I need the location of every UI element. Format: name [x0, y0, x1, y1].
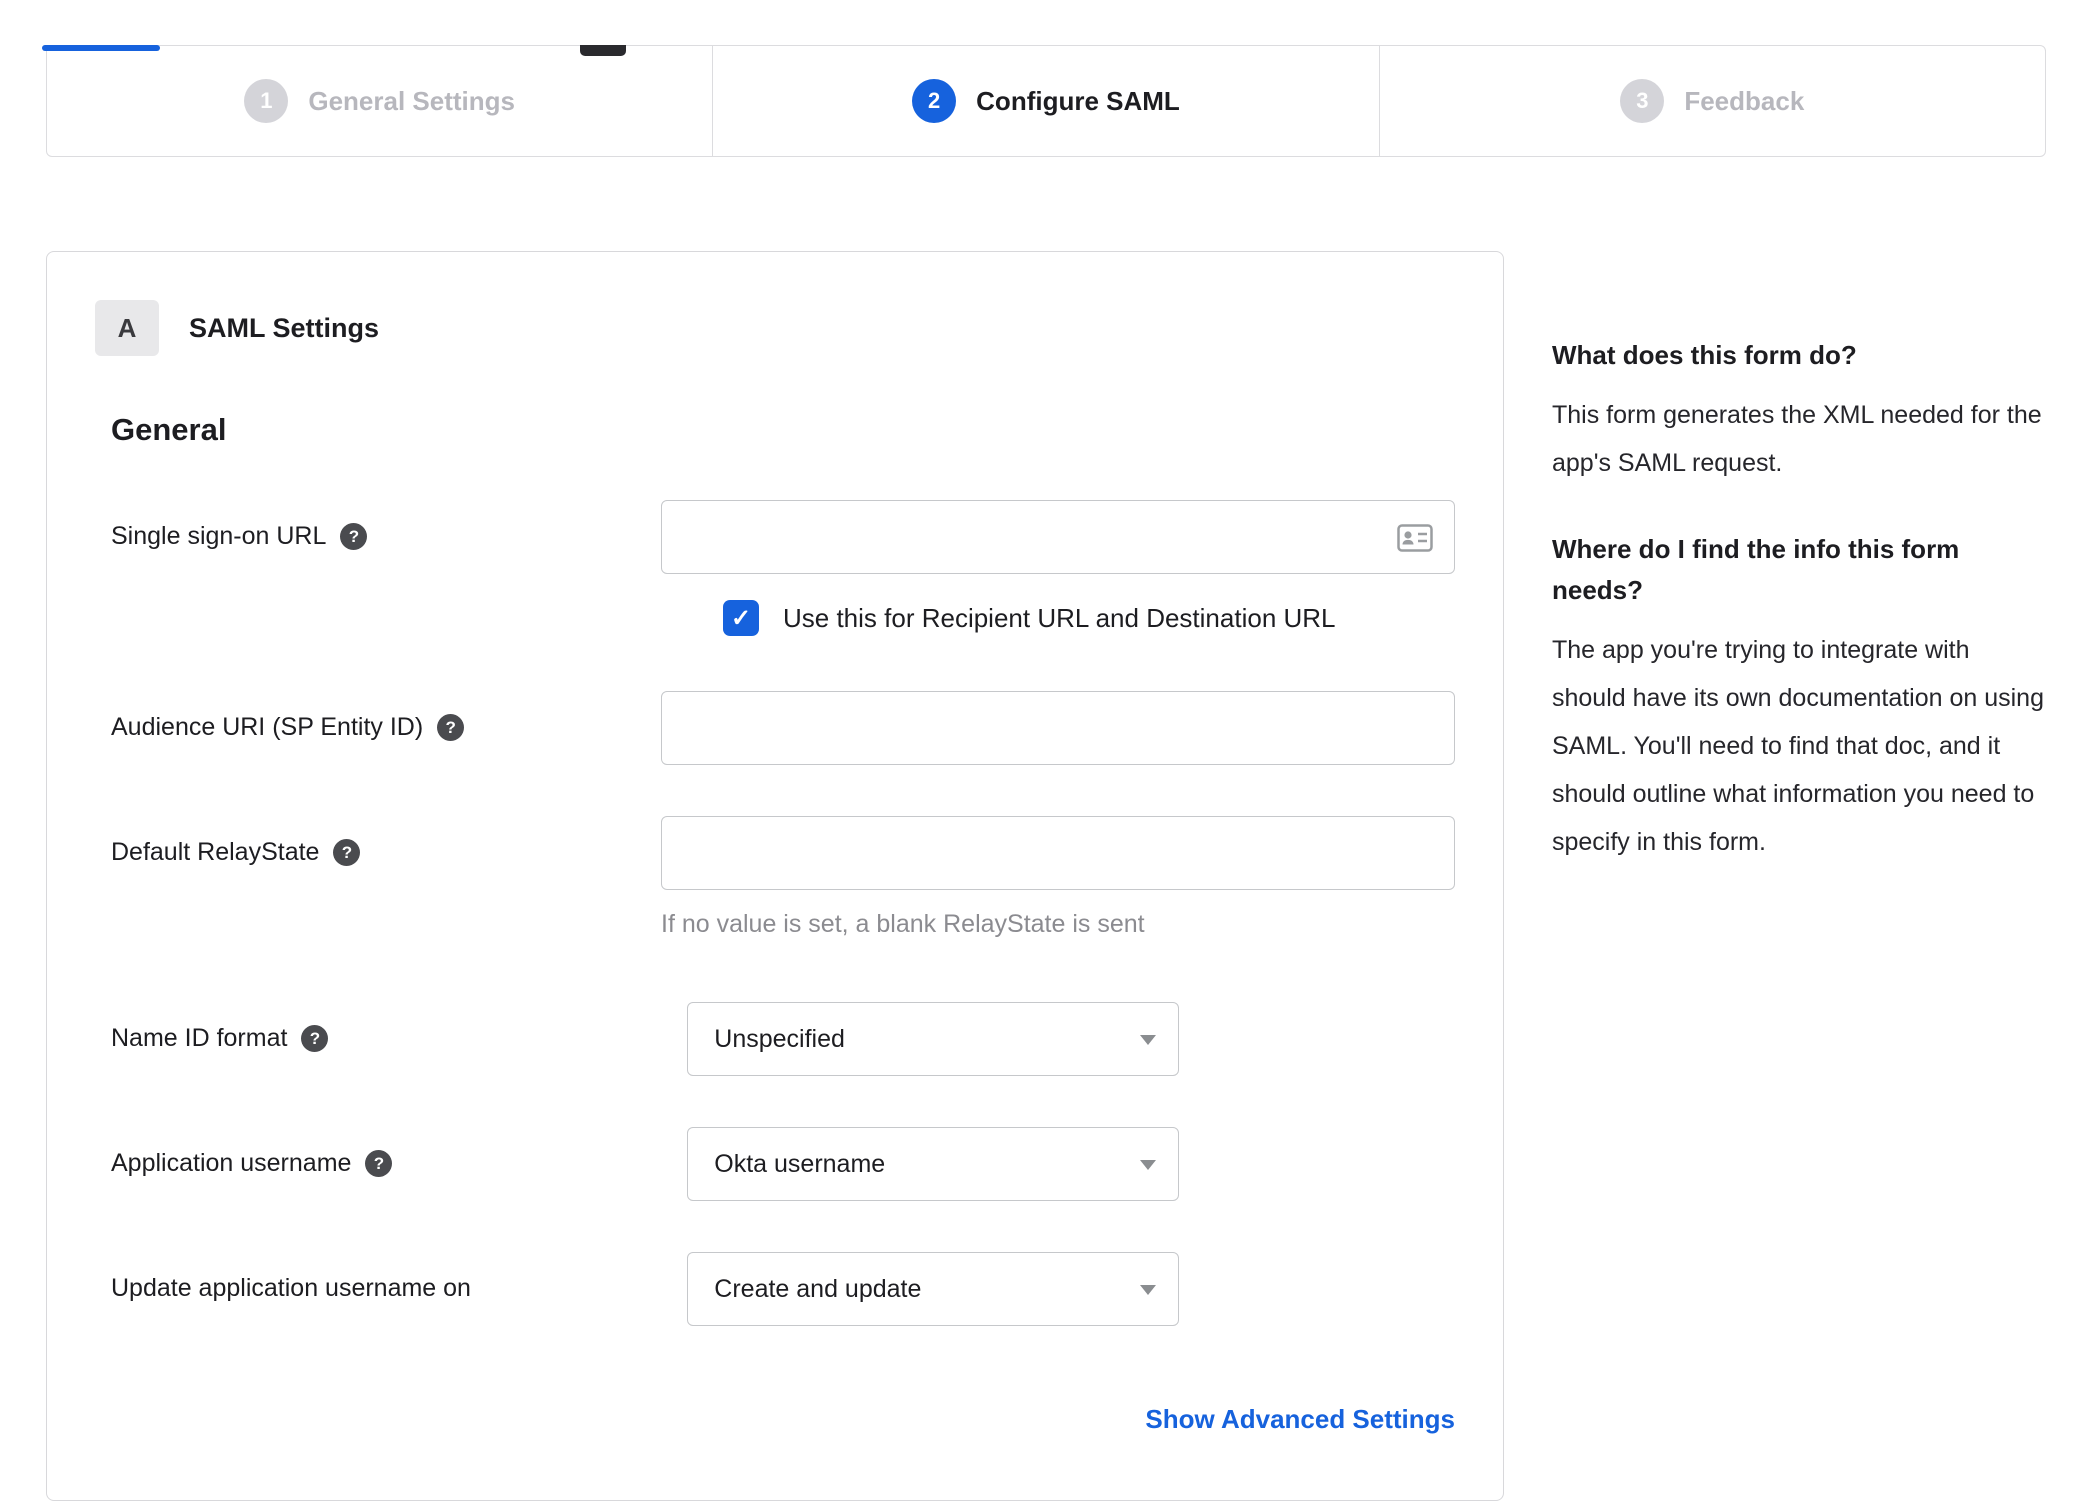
- update-username-label: Update application username on: [111, 1252, 687, 1303]
- chevron-down-icon: [1140, 1285, 1157, 1295]
- name-id-format-row: Name ID format ? Unspecified: [111, 1002, 1455, 1076]
- step-number-badge: 1: [244, 79, 289, 123]
- step-label: Configure SAML: [976, 85, 1180, 116]
- step-general-settings[interactable]: 1 General Settings: [47, 46, 712, 156]
- checkmark-icon: ✓: [730, 604, 752, 632]
- relay-state-input[interactable]: [661, 816, 1455, 890]
- show-advanced-settings-link[interactable]: Show Advanced Settings: [1145, 1404, 1455, 1434]
- update-username-select[interactable]: Create and update: [687, 1252, 1180, 1326]
- cutoff-app-logo-fragment: [580, 45, 626, 56]
- name-id-format-label: Name ID format ?: [111, 1002, 687, 1053]
- field-label-text: Update application username on: [111, 1274, 471, 1302]
- sso-url-label: Single sign-on URL ?: [111, 500, 661, 551]
- help-sidebar: What does this form do? This form genera…: [1552, 251, 2046, 908]
- step-label: Feedback: [1684, 85, 1805, 116]
- relay-state-label: Default RelayState ?: [111, 816, 661, 867]
- field-label-text: Application username: [111, 1149, 352, 1177]
- audience-uri-input[interactable]: [661, 691, 1455, 765]
- field-label-text: Name ID format: [111, 1024, 288, 1052]
- field-label-text: Default RelayState: [111, 838, 320, 866]
- panel-title: SAML Settings: [189, 312, 380, 343]
- step-number-badge: 2: [912, 79, 957, 123]
- step-configure-saml[interactable]: 2 Configure SAML: [712, 46, 1378, 156]
- field-label-text: Single sign-on URL: [111, 522, 327, 550]
- chevron-down-icon: [1140, 1160, 1157, 1170]
- help-icon[interactable]: ?: [365, 1150, 393, 1177]
- help-icon[interactable]: ?: [437, 714, 465, 741]
- step-number-badge: 3: [1620, 79, 1665, 123]
- relay-state-row: Default RelayState ? If no value is set,…: [111, 816, 1455, 939]
- name-id-format-select[interactable]: Unspecified: [687, 1002, 1180, 1076]
- update-username-row: Update application username on Create an…: [111, 1252, 1455, 1326]
- sidebar-body-2: The app you're trying to integrate with …: [1552, 635, 2044, 856]
- sso-url-input[interactable]: [661, 500, 1455, 574]
- application-username-label: Application username ?: [111, 1127, 687, 1178]
- recipient-url-checkbox[interactable]: ✓: [723, 600, 759, 636]
- relay-state-hint: If no value is set, a blank RelayState i…: [661, 910, 1145, 938]
- wizard-stepper: 1 General Settings 2 Configure SAML 3 Fe…: [46, 45, 2046, 157]
- audience-uri-row: Audience URI (SP Entity ID) ?: [111, 691, 1455, 765]
- address-card-icon[interactable]: [1397, 524, 1433, 557]
- application-username-row: Application username ? Okta username: [111, 1127, 1455, 1201]
- step-label: General Settings: [308, 85, 515, 116]
- saml-settings-panel: A SAML Settings General Single sign-on U…: [46, 251, 1504, 1501]
- recipient-url-checkbox-row: ✓ Use this for Recipient URL and Destina…: [707, 600, 1455, 636]
- sidebar-heading-2: Where do I find the info this form needs…: [1552, 534, 1960, 605]
- sidebar-body-1: This form generates the XML needed for t…: [1552, 401, 2042, 478]
- sidebar-heading-1: What does this form do?: [1552, 340, 1857, 370]
- select-value: Okta username: [714, 1149, 886, 1178]
- chevron-down-icon: [1140, 1035, 1157, 1045]
- select-value: Create and update: [714, 1274, 922, 1303]
- section-a-badge: A: [95, 300, 159, 356]
- field-label-text: Audience URI (SP Entity ID): [111, 713, 424, 741]
- general-group-title: General: [111, 412, 227, 447]
- recipient-url-checkbox-label: Use this for Recipient URL and Destinati…: [783, 602, 1336, 633]
- cutoff-header-link-fragment: [42, 45, 160, 51]
- select-value: Unspecified: [714, 1024, 845, 1053]
- application-username-select[interactable]: Okta username: [687, 1127, 1180, 1201]
- help-icon[interactable]: ?: [333, 839, 361, 866]
- help-icon[interactable]: ?: [301, 1025, 329, 1052]
- help-icon[interactable]: ?: [340, 523, 368, 550]
- audience-uri-label: Audience URI (SP Entity ID) ?: [111, 691, 661, 742]
- sso-url-row: Single sign-on URL ?: [111, 500, 1455, 574]
- step-feedback[interactable]: 3 Feedback: [1378, 46, 2045, 156]
